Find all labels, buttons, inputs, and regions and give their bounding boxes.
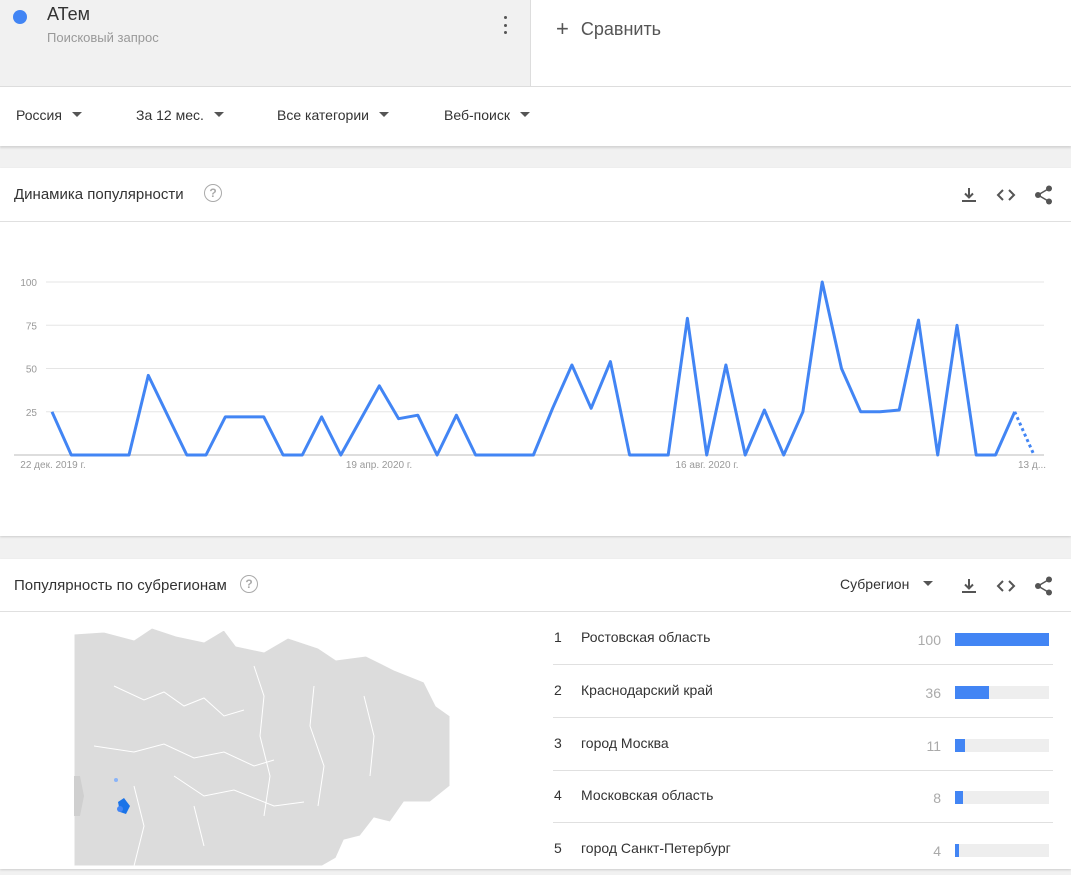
rank: 5 [554, 840, 562, 856]
search-type-filter-label: Веб-поиск [444, 107, 510, 123]
time-filter-label: За 12 мес. [136, 107, 204, 123]
list-item[interactable]: 4 Московская область 8 [553, 770, 1053, 823]
value-bar [955, 633, 1049, 646]
y-tick-label: 100 [20, 278, 37, 289]
interest-over-time-card: Динамика популярности ? 100 75 50 25 22 дек.… [0, 168, 1071, 536]
term-color-dot [13, 10, 27, 24]
y-tick-label: 25 [26, 408, 38, 419]
search-type-filter[interactable]: Веб-поиск [444, 107, 530, 123]
time-filter[interactable]: За 12 мес. [136, 107, 224, 123]
plus-icon: + [556, 16, 569, 41]
value-bar [955, 844, 1049, 857]
compare-button[interactable]: + Сравнить [556, 16, 661, 42]
region-filter[interactable]: Россия [16, 107, 82, 123]
filter-bar: Россия За 12 мес. Все категории Веб-поис… [0, 87, 1071, 146]
value-bar-fill [955, 791, 963, 804]
value-bar-fill [955, 844, 959, 857]
term-bar: АТем Поисковый запрос + Сравнить [0, 0, 1071, 87]
region-value: 8 [933, 790, 941, 806]
y-tick-label: 50 [26, 365, 38, 376]
x-tick-label: 22 дек. 2019 г. [20, 460, 85, 471]
download-icon[interactable] [958, 575, 980, 597]
value-bar-fill [955, 633, 1049, 646]
help-icon[interactable]: ? [204, 184, 222, 202]
caret-down-icon [519, 112, 530, 117]
card-title: Динамика популярности [14, 186, 184, 203]
region-value: 11 [926, 738, 941, 754]
term-subtitle: Поисковый запрос [47, 30, 159, 45]
region-name: Краснодарский край [581, 682, 713, 698]
region-name: Ростовская область [581, 629, 711, 645]
x-tick-label: 13 д... [1018, 460, 1046, 471]
region-value: 4 [933, 843, 941, 859]
rank: 3 [554, 735, 562, 751]
region-name: город Санкт-Петербург [581, 840, 731, 856]
caret-down-icon [71, 112, 82, 117]
caret-down-icon [923, 581, 934, 586]
embed-icon[interactable] [995, 184, 1017, 206]
share-icon[interactable] [1033, 575, 1055, 597]
caret-down-icon [378, 112, 389, 117]
embed-icon[interactable] [995, 575, 1017, 597]
value-bar-fill [955, 739, 966, 752]
term-name: АТем [47, 4, 90, 24]
value-bar [955, 791, 1049, 804]
rank: 2 [554, 682, 562, 698]
region-name: Московская область [581, 787, 714, 803]
region-value: 36 [925, 685, 941, 701]
list-item[interactable]: 2 Краснодарский край 36 [553, 665, 1053, 718]
download-icon[interactable] [958, 184, 980, 206]
list-item[interactable]: 5 город Санкт-Петербург 4 [553, 823, 1053, 875]
rank: 4 [554, 787, 562, 803]
share-icon[interactable] [1033, 184, 1055, 206]
list-item[interactable]: 3 город Москва 11 [553, 718, 1053, 771]
caret-down-icon [213, 112, 224, 117]
x-tick-label: 16 авг. 2020 г. [676, 460, 739, 471]
series-line-partial [1013, 411, 1036, 456]
region-value: 100 [917, 632, 941, 648]
help-icon[interactable]: ? [240, 575, 258, 593]
category-filter-label: Все категории [277, 107, 369, 123]
compare-label: Сравнить [580, 19, 662, 39]
rank: 1 [554, 629, 562, 645]
category-filter[interactable]: Все категории [277, 107, 389, 123]
card-title: Популярность по субрегионам [14, 577, 227, 594]
card-header: Динамика популярности ? [0, 168, 1071, 222]
region-filter-label: Россия [16, 107, 62, 123]
value-bar [955, 686, 1049, 699]
x-tick-label: 19 апр. 2020 г. [346, 460, 412, 471]
more-vert-icon[interactable] [499, 14, 511, 36]
subregion-dropdown[interactable]: Субрегион [840, 576, 934, 592]
search-term-card[interactable]: АТем Поисковый запрос [0, 0, 531, 86]
subregion-map[interactable] [74, 626, 450, 866]
interest-line-chart: 100 75 50 25 22 дек. 2019 г. 19 апр. 2020 г. 1… [14, 278, 1046, 471]
y-tick-label: 75 [26, 321, 38, 332]
value-bar-fill [955, 686, 989, 699]
region-name: город Москва [581, 735, 669, 751]
card-header: Популярность по субрегионам ? Субрегион [0, 559, 1071, 612]
list-item[interactable]: 1 Ростовская область 100 [553, 612, 1053, 665]
value-bar [955, 739, 1049, 752]
subregion-dropdown-label: Субрегион [840, 576, 910, 592]
